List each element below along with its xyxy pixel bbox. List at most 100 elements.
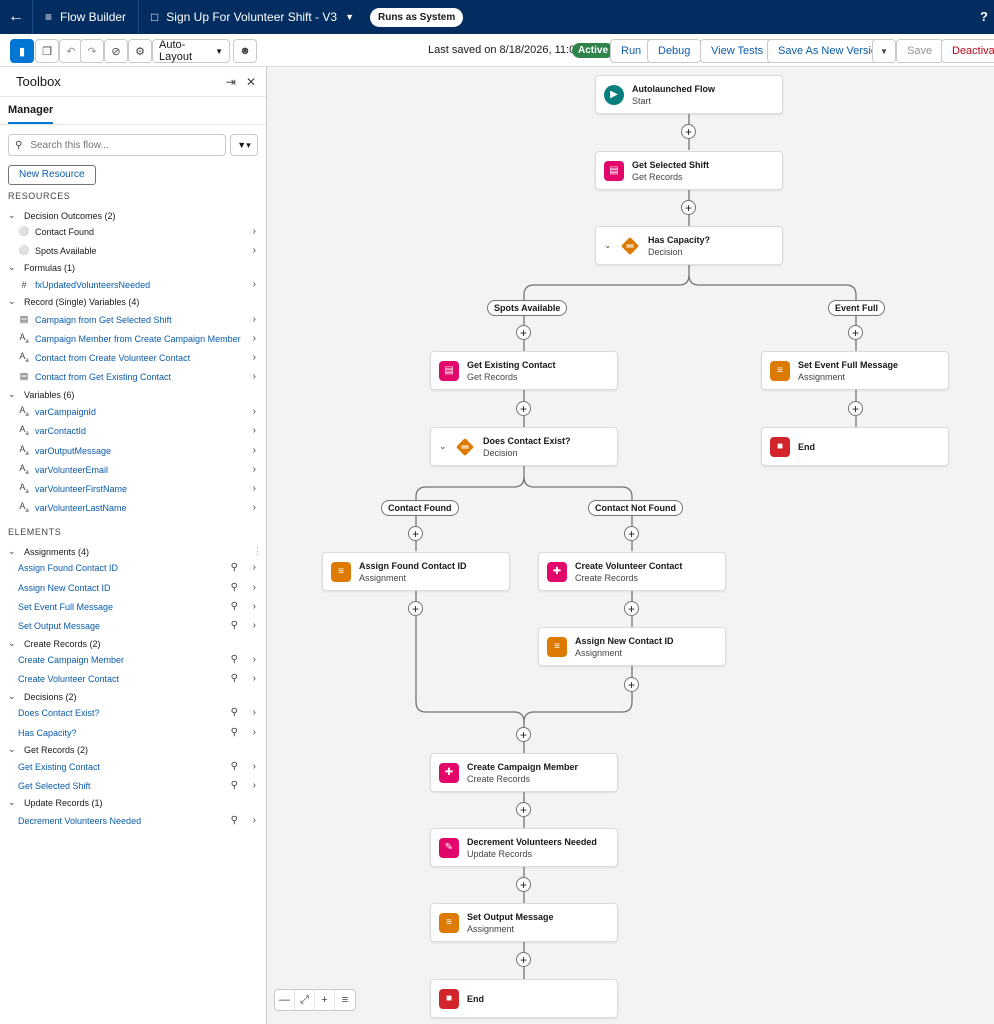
- search-icon[interactable]: ⚲: [231, 815, 238, 826]
- new-resource-button[interactable]: New Resource: [8, 165, 96, 185]
- element-item[interactable]: Assign New Contact ID ⚲ ›: [0, 578, 266, 597]
- copy-button[interactable]: ❐: [35, 39, 59, 63]
- resource-item[interactable]: Aa Campaign Member from Create Campaign M…: [0, 329, 266, 348]
- search-icon[interactable]: ⚲: [231, 707, 238, 718]
- flow-name-menu[interactable]: □ Sign Up For Volunteer Shift - V3 ▼: [139, 10, 366, 24]
- resource-item[interactable]: ▤ Campaign from Get Selected Shift ›: [0, 310, 266, 329]
- block-icon: ⊘: [111, 45, 121, 58]
- resource-item[interactable]: Aa varVolunteerLastName ›: [0, 498, 266, 517]
- element-item[interactable]: Get Existing Contact ⚲ ›: [0, 757, 266, 776]
- element-item[interactable]: Assign Found Contact ID ⚲ ›: [0, 558, 266, 577]
- flow-node-set-output-message[interactable]: ≡ Set Output Message Assignment: [430, 903, 618, 942]
- close-icon[interactable]: ✕: [246, 75, 256, 89]
- resource-group[interactable]: ⌄ Record (Single) Variables (4): [0, 292, 266, 311]
- add-element-button[interactable]: +: [516, 877, 531, 892]
- element-item[interactable]: Decrement Volunteers Needed ⚲ ›: [0, 811, 266, 830]
- flow-node-set-event-full-message[interactable]: ≡ Set Event Full Message Assignment: [761, 351, 949, 390]
- add-element-button[interactable]: +: [624, 677, 639, 692]
- add-element-button[interactable]: +: [516, 401, 531, 416]
- text-icon: Aa: [19, 332, 29, 345]
- flow-node-get-selected-shift[interactable]: ▤ Get Selected Shift Get Records: [595, 151, 783, 190]
- drag-handle-icon[interactable]: ⋮: [253, 546, 262, 557]
- node-type: Decision: [483, 447, 518, 458]
- search-icon[interactable]: ⚲: [231, 727, 238, 738]
- resource-item[interactable]: ⚪ Contact Found ›: [0, 222, 266, 241]
- add-element-button[interactable]: +: [516, 325, 531, 340]
- chevron-down-icon[interactable]: ⌄: [604, 240, 612, 251]
- search-icon[interactable]: ⚲: [231, 673, 238, 684]
- flow-node-has-capacity[interactable]: ⌄ Has Capacity? Decision: [595, 226, 783, 265]
- search-icon[interactable]: ⚲: [231, 620, 238, 631]
- deactivate-button[interactable]: Deactivate: [941, 39, 994, 63]
- tab-manager[interactable]: Manager: [8, 104, 54, 124]
- debug-button[interactable]: Debug: [647, 39, 702, 63]
- collapse-panel-icon[interactable]: ⇥: [226, 75, 236, 89]
- add-element-button[interactable]: +: [624, 601, 639, 616]
- flow-node-assign-found-contact-id[interactable]: ≡ Assign Found Contact ID Assignment: [322, 552, 510, 591]
- element-item[interactable]: Set Event Full Message ⚲ ›: [0, 597, 266, 616]
- add-element-button[interactable]: +: [516, 952, 531, 967]
- add-element-button[interactable]: +: [848, 401, 863, 416]
- redo-button[interactable]: ↷: [80, 39, 104, 63]
- flow-node-end-event-full[interactable]: ■ End: [761, 427, 949, 466]
- search-icon[interactable]: ⚲: [231, 601, 238, 612]
- text-icon: Aa: [19, 444, 29, 457]
- errors-button[interactable]: ⊘: [104, 39, 128, 63]
- search-icon[interactable]: ⚲: [231, 582, 238, 593]
- zoom-out-button[interactable]: —: [275, 990, 295, 1010]
- flow-node-assign-new-contact-id[interactable]: ≡ Assign New Contact ID Assignment: [538, 627, 726, 666]
- back-button[interactable]: ←: [0, 0, 32, 34]
- element-item[interactable]: Does Contact Exist? ⚲ ›: [0, 703, 266, 722]
- filter-button[interactable]: ▼▾: [230, 134, 258, 156]
- flow-canvas[interactable]: ▶ Autolaunched Flow Start + ▤ Get Selecte…: [267, 67, 994, 1024]
- element-group[interactable]: ⌄ Update Records (1): [0, 793, 266, 812]
- search-icon[interactable]: ⚲: [231, 654, 238, 665]
- add-element-button[interactable]: +: [516, 802, 531, 817]
- search-icon[interactable]: ⚲: [231, 562, 238, 573]
- flow-node-does-contact-exist[interactable]: ⌄ Does Contact Exist? Decision: [430, 427, 618, 466]
- resource-label: Contact Found: [35, 226, 95, 237]
- chevron-right-icon: ›: [252, 780, 256, 791]
- toggle-toolbox-button[interactable]: ▮: [10, 39, 34, 63]
- node-title: Create Volunteer Contact: [575, 560, 683, 571]
- flow-node-start[interactable]: ▶ Autolaunched Flow Start: [595, 75, 783, 114]
- add-element-button[interactable]: +: [681, 200, 696, 215]
- save-button[interactable]: Save: [896, 39, 944, 63]
- add-element-button[interactable]: +: [408, 601, 423, 616]
- help-button[interactable]: ?: [980, 9, 988, 24]
- center-view-button[interactable]: ≡: [335, 990, 355, 1010]
- flow-node-create-volunteer-contact[interactable]: ✚ Create Volunteer Contact Create Records: [538, 552, 726, 591]
- chevron-down-icon[interactable]: ⌄: [439, 441, 447, 452]
- search-icon[interactable]: ⚲: [231, 761, 238, 772]
- settings-button[interactable]: ⚙: [128, 39, 152, 63]
- resource-item[interactable]: ▤ Contact from Get Existing Contact ›: [0, 367, 266, 386]
- save-options-button[interactable]: ▼: [872, 39, 896, 63]
- resource-item[interactable]: Aa varVolunteerEmail ›: [0, 460, 266, 479]
- zoom-in-button[interactable]: +: [315, 990, 335, 1010]
- search-icon[interactable]: ⚲: [231, 780, 238, 791]
- resource-item[interactable]: Aa varOutputMessage ›: [0, 441, 266, 460]
- fit-view-button[interactable]: ⤢: [295, 990, 315, 1010]
- flow-node-end[interactable]: ■ End: [430, 979, 618, 1018]
- add-element-button[interactable]: +: [681, 124, 696, 139]
- add-element-button[interactable]: +: [408, 526, 423, 541]
- search-input[interactable]: [28, 138, 219, 152]
- element-item[interactable]: Create Campaign Member ⚲ ›: [0, 650, 266, 669]
- layout-select[interactable]: Auto-Layout ▼: [152, 39, 230, 63]
- element-item[interactable]: Create Volunteer Contact ⚲ ›: [0, 669, 266, 688]
- flow-node-get-existing-contact[interactable]: ▤ Get Existing Contact Get Records: [430, 351, 618, 390]
- add-element-button[interactable]: +: [624, 526, 639, 541]
- flow-node-decrement-volunteers-needed[interactable]: ✎ Decrement Volunteers Needed Update Reco…: [430, 828, 618, 867]
- view-tests-button[interactable]: View Tests: [700, 39, 775, 63]
- run-button[interactable]: Run: [610, 39, 653, 63]
- flow-node-create-campaign-member[interactable]: ✚ Create Campaign Member Create Records: [430, 753, 618, 792]
- resource-item[interactable]: Aa varCampaignId ›: [0, 402, 266, 421]
- run-assistant-button[interactable]: ☻: [233, 39, 257, 63]
- resource-item[interactable]: Aa varContactId ›: [0, 421, 266, 440]
- add-element-button[interactable]: +: [848, 325, 863, 340]
- resource-item[interactable]: Aa varVolunteerFirstName ›: [0, 479, 266, 498]
- add-element-button[interactable]: +: [516, 727, 531, 742]
- chevron-right-icon: ›: [252, 707, 256, 718]
- element-item[interactable]: Set Output Message ⚲ ›: [0, 616, 266, 635]
- resource-item[interactable]: Aa Contact from Create Volunteer Contact ›: [0, 348, 266, 367]
